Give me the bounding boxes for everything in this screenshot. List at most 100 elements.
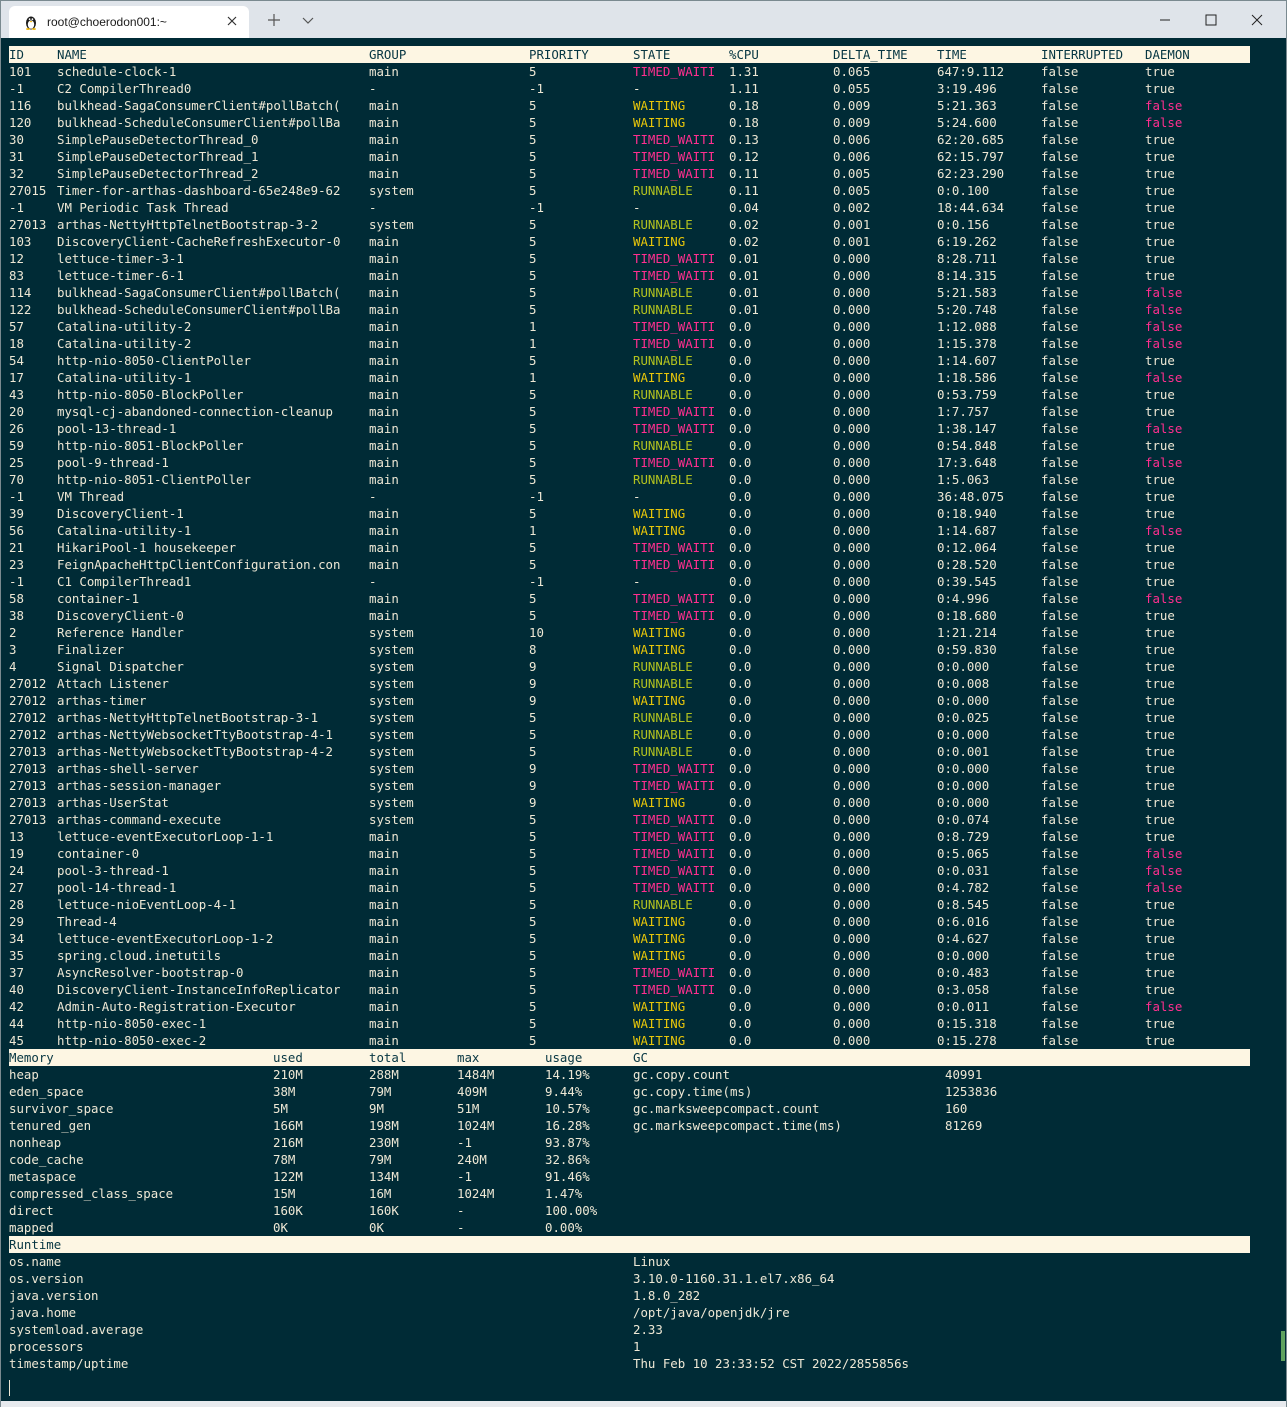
thread-cell: main: [369, 591, 399, 606]
thread-cell: FeignApacheHttpClientConfiguration.con: [57, 557, 341, 572]
runtime-row: os.name Linux: [9, 1253, 1250, 1270]
thread-cell: false: [1041, 1033, 1079, 1048]
thread-cell: 0.0: [729, 438, 752, 453]
thread-row: 18 Catalina-utility-2 main 1 TIMED_WAITI 0.0 0…: [9, 335, 1250, 352]
runtime-value: Linux: [633, 1254, 671, 1269]
memory-cell: 198M: [369, 1118, 399, 1133]
thread-cell: main: [369, 999, 399, 1014]
thread-cell: 0.0: [729, 812, 752, 827]
thread-cell: 0:8.729: [937, 829, 990, 844]
thread-row: 38 DiscoveryClient-0 main 5 TIMED_WAITI 0.0 0.…: [9, 607, 1250, 624]
thread-cell: DiscoveryClient-InstanceInfoReplicator: [57, 982, 341, 997]
thread-cell: true: [1145, 132, 1175, 147]
thread-cell: 5: [529, 1016, 537, 1031]
thread-cell: 5: [529, 132, 537, 147]
thread-cell: 1: [529, 523, 537, 538]
thread-cell: spring.cloud.inetutils: [57, 948, 222, 963]
thread-cell: 0.0: [729, 319, 752, 334]
thread-cell: 5: [529, 183, 537, 198]
maximize-icon[interactable]: [1188, 8, 1234, 32]
thread-cell: 0.000: [833, 1033, 871, 1048]
thread-cell: 0:0.000: [937, 778, 990, 793]
thread-cell: false: [1041, 404, 1079, 419]
thread-cell: AsyncResolver-bootstrap-0: [57, 965, 244, 980]
thread-cell: 0.0: [729, 863, 752, 878]
thread-cell: 37: [9, 965, 24, 980]
memory-column-header: usage: [545, 1050, 583, 1065]
thread-cell: true: [1145, 982, 1175, 997]
thread-row: 83 lettuce-timer-6-1 main 5 TIMED_WAITI 0.01 0…: [9, 267, 1250, 284]
thread-cell: 0.01: [729, 251, 759, 266]
thread-cell: lettuce-timer-3-1: [57, 251, 184, 266]
thread-cell: TIMED_WAITI: [633, 812, 716, 827]
new-tab-icon[interactable]: [265, 11, 283, 29]
thread-cell: 0:0.100: [937, 183, 990, 198]
thread-cell: 0.000: [833, 353, 871, 368]
thread-cell: 0.18: [729, 115, 759, 130]
thread-cell: 27: [9, 880, 24, 895]
thread-cell: false: [1145, 846, 1183, 861]
thread-row: 2 Reference Handler system 10 WAITING 0.0 0.00…: [9, 624, 1250, 641]
close-window-icon[interactable]: [1234, 8, 1280, 32]
thread-cell: SimplePauseDetectorThread_0: [57, 132, 259, 147]
thread-row: -1 C2 CompilerThread0 - -1 - 1.11 0.055 3:19.49…: [9, 80, 1250, 97]
thread-cell: Thread-4: [57, 914, 117, 929]
close-tab-icon[interactable]: [225, 14, 239, 28]
thread-cell: 0.000: [833, 982, 871, 997]
thread-cell: 0.0: [729, 574, 752, 589]
thread-cell: 0.006: [833, 149, 871, 164]
memory-row: compressed_class_space 15M 16M 1024M 1.47%: [9, 1185, 1250, 1202]
memory-cell: mapped: [9, 1220, 54, 1235]
chevron-down-icon[interactable]: [299, 11, 317, 29]
thread-cell: main: [369, 1033, 399, 1048]
minimize-icon[interactable]: [1142, 8, 1188, 32]
terminal-content[interactable]: ID NAME GROUP PRIORITY STATE %CPU DELTA_TIME TI…: [1, 38, 1286, 1401]
thread-cell: 62:23.290: [937, 166, 1005, 181]
thread-cell: false: [1041, 625, 1079, 640]
thread-cell: 0.18: [729, 98, 759, 113]
memory-cell: 122M: [273, 1169, 303, 1184]
scrollbar-marker[interactable]: [1281, 1331, 1285, 1361]
thread-cell: bulkhead-SagaConsumerClient#pollBatch(: [57, 285, 341, 300]
title-bar: root@choerodon001:~: [1, 1, 1286, 38]
thread-cell: TIMED_WAITI: [633, 540, 716, 555]
thread-cell: 103: [9, 234, 32, 249]
memory-cell: nonheap: [9, 1135, 62, 1150]
thread-cell: 1:14.687: [937, 523, 997, 538]
thread-cell: arthas-session-manager: [57, 778, 222, 793]
thread-cell: main: [369, 948, 399, 963]
thread-cell: 9: [529, 659, 537, 674]
thread-cell: -1: [529, 489, 544, 504]
thread-cell: 0:0.000: [937, 795, 990, 810]
thread-cell: main: [369, 523, 399, 538]
thread-cell: true: [1145, 812, 1175, 827]
thread-cell: arthas-NettyWebsocketTtyBootstrap-4-2: [57, 744, 334, 759]
thread-cell: false: [1041, 897, 1079, 912]
thread-cell: 0.01: [729, 285, 759, 300]
thread-cell: main: [369, 608, 399, 623]
terminal-tab[interactable]: root@choerodon001:~: [9, 6, 249, 38]
memory-row: tenured_gen 166M 198M 1024M 16.28% gc.markswe…: [9, 1117, 1250, 1134]
thread-cell: TIMED_WAITI: [633, 761, 716, 776]
thread-cell: http-nio-8050-exec-2: [57, 1033, 207, 1048]
thread-cell: 0:0.000: [937, 727, 990, 742]
memory-cell: -1: [457, 1135, 472, 1150]
thread-cell: 0.0: [729, 608, 752, 623]
gc-key: gc.marksweepcompact.time(ms): [633, 1118, 842, 1133]
thread-cell: 5: [529, 472, 537, 487]
thread-cell: 0:0.000: [937, 761, 990, 776]
thread-cell: main: [369, 268, 399, 283]
thread-cell: false: [1041, 132, 1079, 147]
thread-cell: 35: [9, 948, 24, 963]
thread-cell: TIMED_WAITI: [633, 863, 716, 878]
thread-cell: schedule-clock-1: [57, 64, 177, 79]
thread-cell: false: [1145, 115, 1183, 130]
thread-cell: 0.000: [833, 846, 871, 861]
runtime-value: 1: [633, 1339, 641, 1354]
thread-cell: main: [369, 251, 399, 266]
thread-cell: main: [369, 404, 399, 419]
thread-cell: system: [369, 761, 414, 776]
thread-cell: TIMED_WAITI: [633, 132, 716, 147]
thread-cell: false: [1041, 710, 1079, 725]
gc-key: gc.copy.time(ms): [633, 1084, 753, 1099]
